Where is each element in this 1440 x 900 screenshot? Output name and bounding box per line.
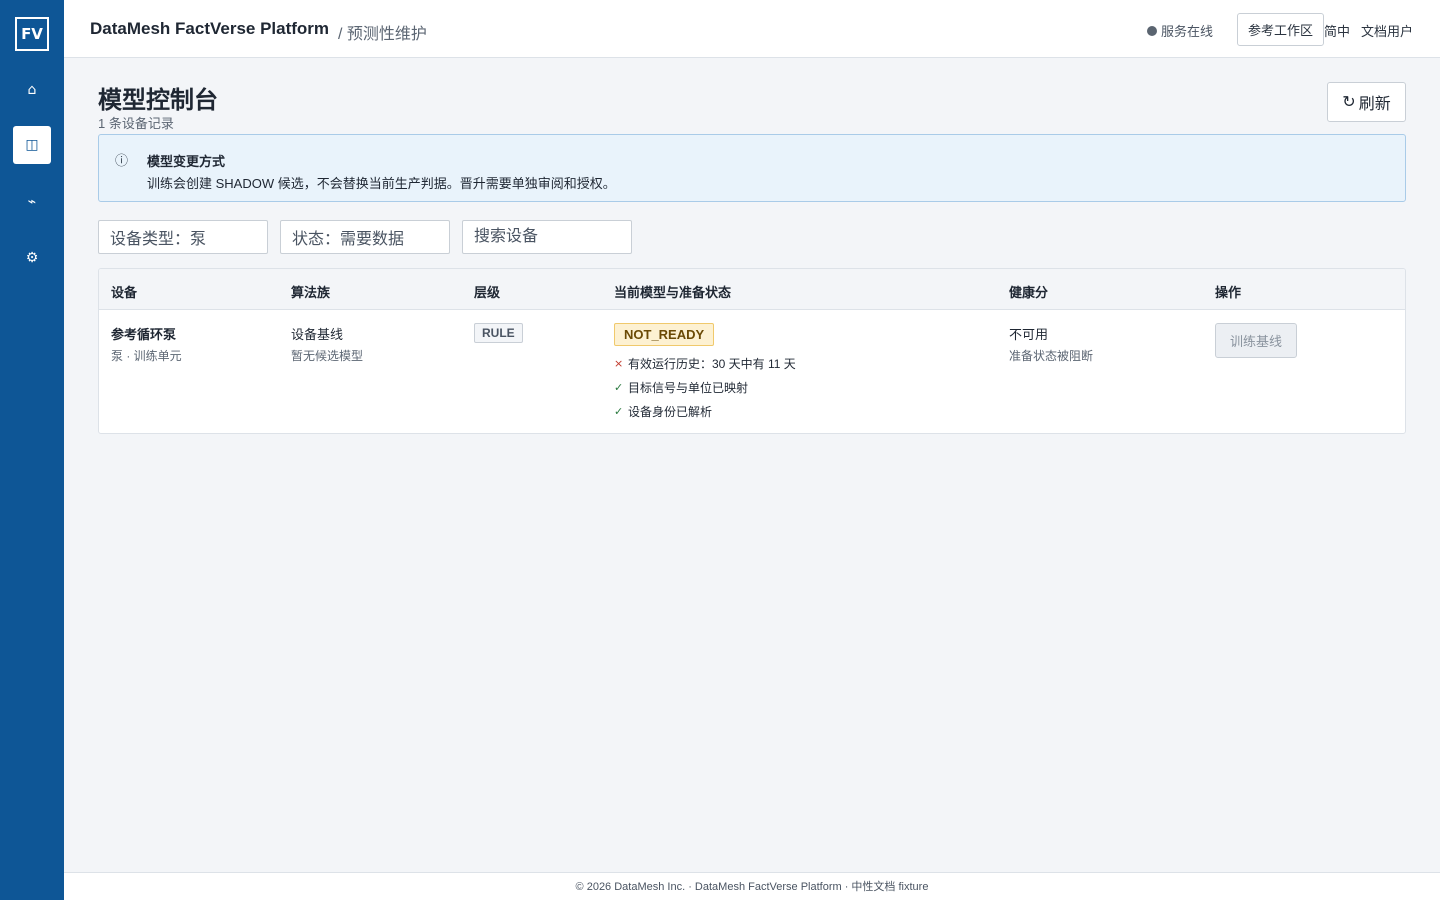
column-header-algo: 算法族: [291, 285, 331, 300]
device-type-filter[interactable]: [98, 220, 268, 254]
device-table: 设备 算法族 层级 当前模型与准备状态 健康分 操作 参考循环泵 泵 · 训练单…: [98, 268, 1406, 434]
algo-candidate: 暂无候选模型: [291, 349, 364, 363]
readiness-check: ✓ 设备身份已解析: [614, 403, 712, 420]
page-title: 模型控制台: [98, 87, 218, 114]
device-subtitle: 泵 · 训练单元: [111, 349, 182, 363]
record-count: 1 条设备记录: [98, 116, 174, 131]
language-switch[interactable]: 简中: [1324, 21, 1350, 40]
health-score: 不可用: [1009, 327, 1049, 342]
home-icon[interactable]: ⌂: [13, 71, 51, 109]
notice-title: 模型变更方式: [147, 154, 226, 169]
column-header-tier: 层级: [474, 285, 501, 300]
model-console-icon[interactable]: ◫: [13, 126, 51, 164]
signal-icon[interactable]: ⌁: [13, 183, 51, 221]
column-header-device: 设备: [111, 285, 138, 300]
refresh-icon: ↻: [1342, 94, 1356, 111]
table-header: 设备 算法族 层级 当前模型与准备状态 健康分 操作: [99, 269, 1405, 310]
algo-family: 设备基线: [291, 327, 344, 342]
readiness-check: × 有效运行历史：30 天中有 11 天: [614, 355, 796, 372]
user-menu[interactable]: 文档用户: [1361, 21, 1413, 40]
readiness-check-label: 目标信号与单位已映射: [628, 381, 749, 395]
column-header-status: 当前模型与准备状态: [614, 285, 732, 300]
workspace-button[interactable]: 参考工作区: [1236, 13, 1324, 46]
app-title[interactable]: DataMesh FactVerse Platform: [90, 19, 329, 39]
notice-body: 训练会创建 SHADOW 候选，不会替换当前生产判据。晋升需要单独审阅和授权。: [147, 176, 616, 191]
breadcrumb[interactable]: / 预测性维护: [338, 20, 427, 44]
info-icon: ⓘ: [115, 154, 129, 169]
tier-badge: RULE: [474, 323, 523, 343]
device-name[interactable]: 参考循环泵: [111, 324, 176, 343]
refresh-label: 刷新: [1358, 96, 1391, 113]
health-note: 准备状态被阻断: [1009, 349, 1094, 363]
check-icon: ✓: [614, 405, 624, 418]
footer: © 2026 DataMesh Inc. · DataMesh FactVers…: [64, 872, 1440, 900]
service-status-label: 服务在线: [1160, 24, 1213, 39]
settings-icon[interactable]: ⚙: [13, 239, 51, 277]
train-baseline-button[interactable]: 训练基线: [1215, 323, 1297, 358]
cross-icon: ×: [614, 357, 624, 370]
status-dot-icon: [1146, 25, 1157, 36]
refresh-button[interactable]: ↻ 刷新: [1327, 82, 1406, 122]
readiness-check-label: 有效运行历史：30 天中有 11 天: [628, 357, 796, 371]
search-input[interactable]: [462, 220, 632, 254]
readiness-check-label: 设备身份已解析: [628, 405, 713, 419]
top-bar: DataMesh FactVerse Platform / 预测性维护 服务在线…: [64, 0, 1440, 58]
status-filter[interactable]: [280, 220, 450, 254]
readiness-check: ✓ 目标信号与单位已映射: [614, 379, 748, 396]
status-badge: NOT_READY: [614, 323, 715, 346]
column-header-actions: 操作: [1215, 285, 1242, 300]
service-status: 服务在线: [1146, 21, 1213, 40]
info-notice: ⓘ 模型变更方式 训练会创建 SHADOW 候选，不会替换当前生产判据。晋升需要…: [98, 134, 1406, 202]
app-logo[interactable]: FV: [15, 17, 49, 51]
check-icon: ✓: [614, 381, 624, 394]
sidebar: FV ⌂ ◫ ⌁ ⚙: [0, 0, 64, 900]
column-header-health: 健康分: [1009, 285, 1049, 300]
